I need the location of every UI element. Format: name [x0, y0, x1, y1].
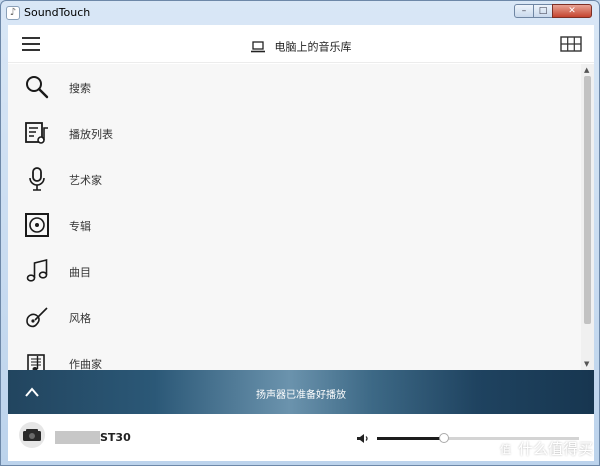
microphone-icon	[29, 167, 45, 191]
redacted-speaker-owner	[55, 431, 100, 444]
menu-item-label: 专辑	[69, 220, 91, 233]
menu-item-label: 作曲家	[69, 358, 102, 370]
menu-item-label: 播放列表	[69, 128, 113, 141]
source-selector[interactable]: 电脑上的音乐库	[8, 36, 594, 55]
speaker-avatar[interactable]	[19, 422, 45, 448]
music-note-icon	[26, 258, 48, 282]
close-button[interactable]: ✕	[552, 4, 592, 18]
list-scrollbar[interactable]: ▲ ▼	[581, 64, 594, 370]
now-playing-bar[interactable]: 扬声器已准备好播放	[8, 370, 594, 414]
window-controls: – □ ✕	[514, 4, 592, 18]
volume-icon[interactable]	[356, 433, 370, 444]
speaker-device-icon	[23, 429, 41, 441]
app-content: 电脑上的音乐库 搜索 播放列表 艺术家 专辑 曲目 风格 作曲家 ▲ ▼ 扬声器…	[8, 25, 594, 461]
scroll-up-arrow-icon[interactable]: ▲	[584, 66, 589, 74]
window-title: SoundTouch	[24, 6, 91, 19]
volume-slider-thumb[interactable]	[439, 433, 449, 443]
volume-slider-fill	[377, 437, 444, 440]
menu-item-label: 搜索	[69, 82, 91, 95]
menu-item-composers[interactable]: 作曲家	[8, 340, 580, 370]
search-icon	[26, 76, 49, 99]
maximize-button[interactable]: □	[533, 4, 553, 18]
menu-item-search[interactable]: 搜索	[8, 64, 580, 110]
top-bar: 电脑上的音乐库	[8, 25, 594, 63]
grid-view-icon[interactable]	[560, 36, 582, 52]
laptop-icon	[251, 40, 266, 52]
library-menu-list[interactable]: 搜索 播放列表 艺术家 专辑 曲目 风格 作曲家 ▲ ▼	[8, 64, 594, 370]
scroll-down-arrow-icon[interactable]: ▼	[584, 360, 589, 368]
menu-item-label: 风格	[69, 312, 91, 325]
speaker-name[interactable]: ST30	[100, 431, 131, 444]
playlist-icon	[25, 122, 48, 144]
menu-item-albums[interactable]: 专辑	[8, 202, 580, 248]
menu-item-tracks[interactable]: 曲目	[8, 248, 580, 294]
app-window: ♪ SoundTouch – □ ✕ 电脑上的音乐库 搜索 播放列表 艺术家 专…	[0, 0, 600, 466]
speaker-status-text: 扬声器已准备好播放	[256, 390, 346, 401]
watermark-text: 什么值得买	[517, 440, 593, 458]
composer-icon	[27, 354, 45, 370]
app-icon: ♪	[6, 6, 20, 20]
title-bar[interactable]: ♪ SoundTouch – □ ✕	[1, 1, 599, 25]
menu-item-playlists[interactable]: 播放列表	[8, 110, 580, 156]
guitar-icon	[26, 307, 48, 328]
menu-item-genres[interactable]: 风格	[8, 294, 580, 340]
menu-item-artists[interactable]: 艺术家	[8, 156, 580, 202]
album-icon	[25, 213, 49, 237]
minimize-button[interactable]: –	[514, 4, 534, 18]
scroll-thumb[interactable]	[584, 76, 591, 324]
menu-item-label: 艺术家	[69, 174, 102, 187]
menu-item-label: 曲目	[69, 266, 91, 279]
watermark-badge: 值	[496, 441, 514, 458]
watermark: 值什么值得买	[496, 438, 593, 459]
source-title: 电脑上的音乐库	[274, 40, 352, 54]
